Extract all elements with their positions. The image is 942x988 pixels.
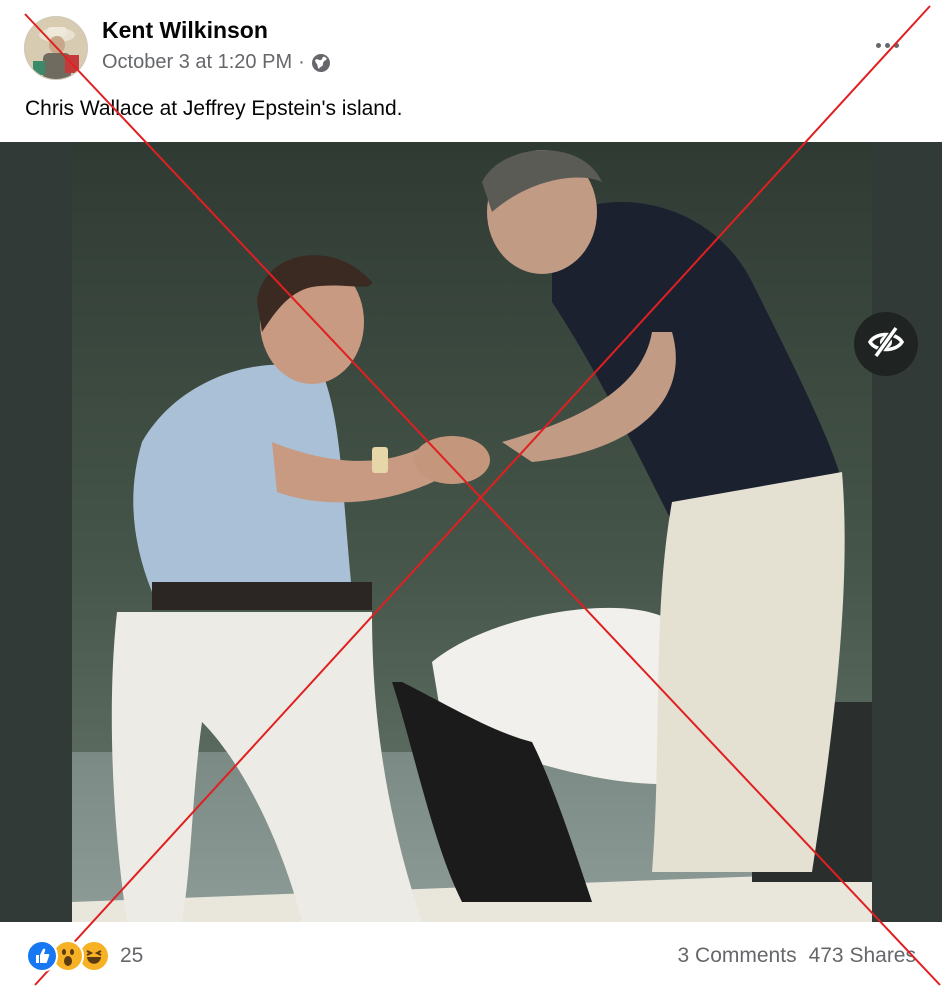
- more-options-icon[interactable]: [872, 30, 902, 60]
- post-caption: Chris Wallace at Jeffrey Epstein's islan…: [25, 97, 403, 120]
- post-header: Kent Wilkinson October 3 at 1:20 PM ·: [0, 0, 942, 88]
- photo: [72, 142, 872, 922]
- shares-count[interactable]: 473 Shares: [809, 944, 916, 968]
- reaction-count: 25: [120, 944, 144, 967]
- post-stats: 3 Comments 473 Shares: [678, 944, 916, 968]
- author-avatar[interactable]: [24, 16, 88, 80]
- post-meta: October 3 at 1:20 PM ·: [102, 51, 331, 74]
- globe-icon: [311, 53, 331, 73]
- post-date[interactable]: October 3 at 1:20 PM: [102, 51, 292, 74]
- hide-image-button[interactable]: [854, 312, 918, 376]
- reactions-summary[interactable]: 25: [26, 940, 143, 972]
- eye-slash-icon: [866, 322, 906, 367]
- post-footer: 25 3 Comments 473 Shares: [0, 922, 942, 988]
- comments-count[interactable]: 3 Comments: [678, 944, 797, 968]
- like-icon: [26, 940, 58, 972]
- author-name[interactable]: Kent Wilkinson: [102, 17, 268, 44]
- post-image[interactable]: [0, 142, 942, 922]
- meta-separator: ·: [298, 51, 305, 73]
